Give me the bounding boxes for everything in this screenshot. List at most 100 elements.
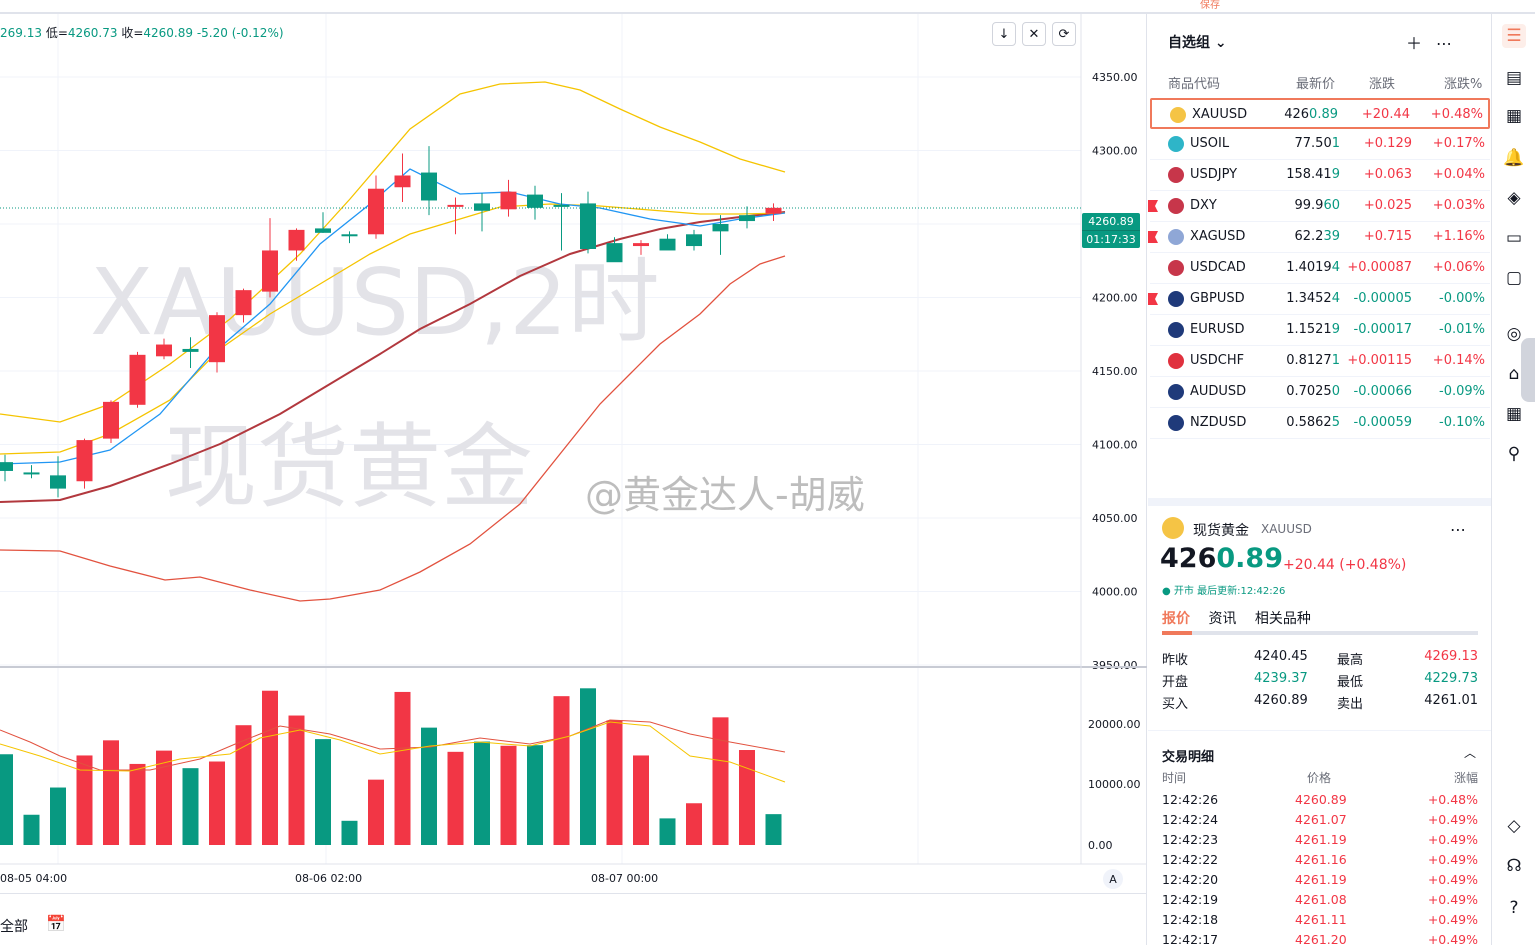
tab-quote[interactable]: 报价: [1162, 611, 1190, 627]
chart-area[interactable]: 4350.004300.004250.004200.004150.004100.…: [0, 14, 1147, 945]
us-flag-icon: [1168, 198, 1184, 214]
stat-value: 4260.89: [1254, 693, 1308, 708]
trade-pct: +0.48%: [1427, 792, 1478, 807]
nz-flag-icon: [1168, 415, 1184, 431]
panel-resize-handle[interactable]: [1521, 338, 1535, 402]
low-value: 4260.73: [67, 26, 118, 40]
candle-body: [262, 250, 278, 292]
watchlist-row-dxy[interactable]: DXY 99.960 +0.025 +0.03%: [1148, 191, 1490, 222]
candle-body: [0, 462, 13, 471]
table-icon[interactable]: ▦: [1502, 402, 1526, 426]
watchlist-change: -0.00059: [1353, 415, 1412, 430]
watchlist-actions: ＋⋯: [1406, 30, 1466, 54]
details-more-icon[interactable]: ⋯: [1450, 520, 1466, 539]
watchlist-last: 77.501: [1294, 136, 1341, 151]
watchlist-row-usdcad[interactable]: USDCAD 1.40194 +0.00087 +0.06%: [1150, 253, 1490, 284]
candle-body: [156, 344, 172, 357]
au-flag-icon: [1168, 384, 1184, 400]
candle-body: [341, 234, 358, 237]
flag-marker-icon[interactable]: [1148, 293, 1158, 305]
watchlist-row-usoil[interactable]: USOIL 77.501 +0.129 +0.17%: [1150, 129, 1490, 160]
watchlist-row-usdchf[interactable]: USDCHF 0.81271 +0.00115 +0.14%: [1150, 346, 1490, 377]
add-symbol-icon[interactable]: ＋: [1406, 34, 1436, 53]
candle-body: [23, 472, 40, 475]
col-symbol[interactable]: 商品代码: [1168, 73, 1220, 92]
watchlist-row-audusd[interactable]: AUDUSD 0.70250 -0.00066 -0.09%: [1150, 377, 1490, 408]
watchlist-symbol: XAUUSD: [1192, 107, 1248, 122]
notes-icon[interactable]: ▤: [1502, 66, 1526, 90]
diamond-icon[interactable]: ◇: [1502, 814, 1526, 838]
calendar-icon[interactable]: ▦: [1502, 104, 1526, 128]
watchlist-row-usdjpy[interactable]: USDJPY 158.419 +0.063 +0.04%: [1150, 160, 1490, 191]
trade-row: 12:42:23 4261.19 +0.49%: [1162, 832, 1478, 852]
volume-bar: [553, 696, 570, 845]
watchlist-change-pct: +0.04%: [1432, 167, 1485, 182]
y-tick-label: 4000.00: [1092, 586, 1138, 599]
chevron-up-icon[interactable]: ︿: [1464, 744, 1476, 761]
market-status: ● 开市 最后更新:12:42:26: [1162, 586, 1286, 597]
flag-marker-icon[interactable]: [1148, 200, 1158, 212]
watchlist-row-xauusd[interactable]: XAUUSD 4260.89 +20.44 +0.48%: [1150, 98, 1490, 129]
volume-bar: [633, 755, 649, 845]
layers-icon[interactable]: ◈: [1502, 186, 1526, 210]
chart-tools: ↓ ✕ ⟳: [992, 22, 1076, 46]
watchlist-row-eurusd[interactable]: EURUSD 1.15219 -0.00017 -0.01%: [1150, 315, 1490, 346]
watchlist-symbol: USDCAD: [1190, 260, 1246, 275]
watchlist-change-pct: +0.14%: [1432, 353, 1485, 368]
col-last[interactable]: 最新价: [1296, 73, 1335, 92]
candle-body: [182, 348, 199, 352]
video-icon[interactable]: ▭: [1502, 226, 1526, 250]
volume-bar: [76, 755, 93, 845]
network-icon[interactable]: ⚲: [1502, 442, 1526, 466]
reset-chart-button[interactable]: ⟳: [1052, 22, 1076, 46]
watchlist-change-pct: +0.48%: [1430, 107, 1483, 122]
trade-row: 12:42:19 4261.08 +0.49%: [1162, 892, 1478, 912]
watchlist-row-nzdusd[interactable]: NZDUSD 0.58625 -0.00059 -0.10%: [1150, 408, 1490, 439]
price-chart[interactable]: 4350.004300.004250.004200.004150.004100.…: [0, 14, 1147, 945]
watchlist-row-xagusd[interactable]: XAGUSD 62.239 +0.715 +1.16%: [1148, 222, 1490, 253]
help-icon[interactable]: ?: [1502, 896, 1526, 920]
details-change: +20.44 (+0.48%): [1283, 557, 1407, 573]
stat-value: 4240.45: [1254, 649, 1308, 664]
watchlist-row-gbpusd[interactable]: GBPUSD 1.34524 -0.00005 -0.00%: [1148, 284, 1490, 315]
volume-bar: [474, 741, 490, 845]
tab-related[interactable]: 相关品种: [1255, 611, 1311, 627]
candle-body: [421, 172, 437, 201]
auto-scale-button[interactable]: A: [1103, 869, 1123, 889]
headset-icon[interactable]: ☊: [1502, 854, 1526, 878]
tab-news[interactable]: 资讯: [1208, 611, 1236, 627]
ohlc-legend: 269.13 低=4260.73 收=4260.89 -5.20 (-0.12%…: [0, 24, 284, 41]
stat-label: 卖出: [1337, 697, 1364, 712]
candle-body: [527, 194, 543, 208]
save-button[interactable]: 保存: [1200, 0, 1220, 11]
candle-body: [129, 354, 146, 405]
volume-tick-label: 10000.00: [1088, 778, 1141, 791]
scroll-to-bottom-button[interactable]: ↓: [992, 22, 1016, 46]
more-icon[interactable]: ⋯: [1436, 34, 1466, 53]
trade-time: 12:42:18: [1162, 912, 1219, 927]
watchlist-title[interactable]: 自选组 ⌄: [1168, 32, 1227, 52]
watchlist-change: +0.00087: [1347, 260, 1412, 275]
alert-icon[interactable]: 🔔: [1502, 146, 1526, 170]
watchlist-icon[interactable]: ☰: [1502, 24, 1526, 48]
candle-body: [739, 215, 755, 222]
stat-value: 4261.01: [1424, 693, 1478, 708]
watchlist-symbol: EURUSD: [1190, 322, 1245, 337]
trade-pct: +0.49%: [1427, 872, 1478, 887]
name-watermark: 现货黄金: [165, 414, 533, 521]
chat-icon[interactable]: ▢: [1502, 266, 1526, 290]
flag-marker-icon[interactable]: [1148, 231, 1158, 243]
range-all-button[interactable]: 全部: [0, 916, 28, 936]
watchlist-change-pct: -0.09%: [1439, 384, 1485, 399]
right-panel: 自选组 ⌄ ＋⋯ 商品代码 最新价 涨跌 涨跌% XAUUSD 4260.89 +2…: [1148, 14, 1491, 945]
col-change[interactable]: 涨跌: [1369, 73, 1395, 92]
col-change-pct[interactable]: 涨跌%: [1444, 73, 1482, 92]
calendar-range-icon[interactable]: 📅: [46, 914, 66, 933]
details-price-tail: 0.89: [1216, 543, 1283, 574]
volume-bar: [341, 820, 358, 845]
x-tick-label: 08-07 00:00: [591, 872, 658, 885]
watchlist-change: +0.025: [1363, 198, 1412, 213]
candle-body: [315, 228, 331, 233]
fullscreen-button[interactable]: ✕: [1022, 22, 1046, 46]
tab-indicator: [1162, 631, 1478, 635]
